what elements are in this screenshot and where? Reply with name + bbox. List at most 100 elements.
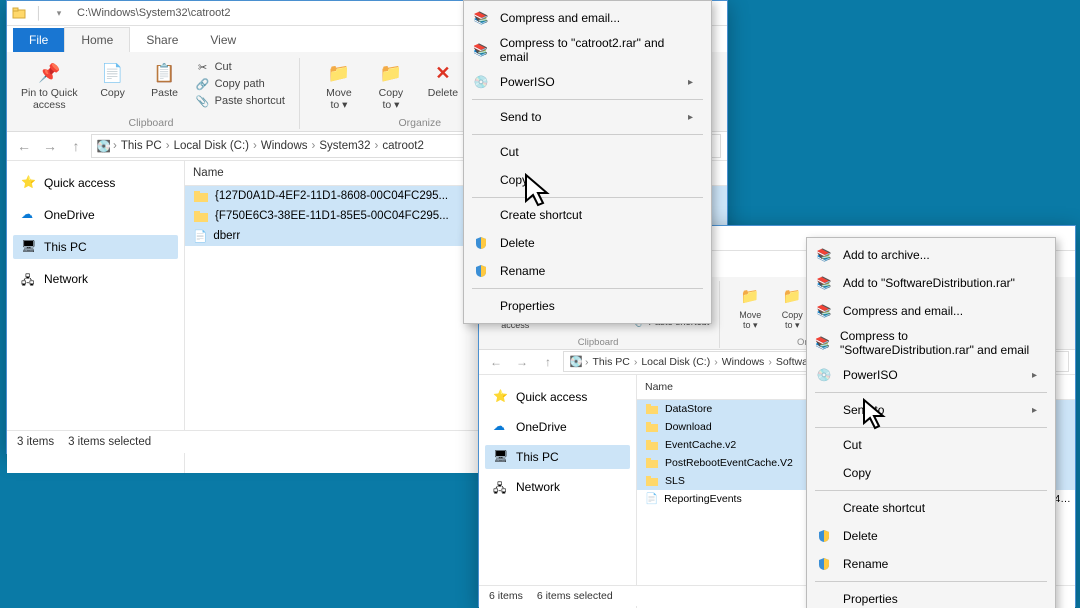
drive-icon: 💽 (96, 138, 112, 154)
network-icon: 🖧 (493, 479, 509, 495)
sidebar-item-thispc[interactable]: 🖥This PC (13, 235, 178, 259)
ctx-copy[interactable]: Copy (807, 459, 1055, 487)
tab-view[interactable]: View (194, 28, 252, 52)
copyto-button[interactable]: 📁Copy to ▾ (774, 281, 810, 333)
ctx-compress-rar[interactable]: 📚Compress to "SoftwareDistribution.rar" … (807, 325, 1055, 361)
copypath-button[interactable]: 🔗Copy path (196, 77, 285, 91)
file-icon: 📄 (193, 229, 207, 243)
chevron-right-icon: ▸ (688, 112, 693, 123)
shield-icon (815, 527, 833, 545)
ctx-createshortcut[interactable]: Create shortcut (464, 201, 711, 229)
file-icon: 📄 (645, 492, 658, 505)
nav-pane: ⭐Quick access ☁OneDrive 🖥This PC 🖧Networ… (479, 375, 637, 608)
ctx-cut[interactable]: Cut (464, 138, 711, 166)
copyto-icon: 📁 (378, 60, 404, 86)
copy-button[interactable]: 📄Copy (92, 58, 134, 102)
ctx-delete[interactable]: Delete (464, 229, 711, 257)
folder-icon (645, 456, 659, 470)
tab-home[interactable]: Home (64, 27, 130, 52)
cut-button[interactable]: ✂Cut (196, 60, 285, 74)
ctx-compress-rar[interactable]: 📚Compress to "catroot2.rar" and email (464, 32, 711, 68)
ctx-compress[interactable]: 📚Compress and email... (464, 4, 711, 32)
moveto-icon: 📁 (326, 60, 352, 86)
cloud-icon: ☁ (493, 419, 509, 435)
delete-button[interactable]: ✕Delete (422, 58, 464, 102)
chevron-right-icon: ▸ (688, 77, 693, 88)
star-icon: ⭐ (493, 389, 509, 405)
organize-label: Organize (398, 117, 441, 129)
ctx-properties[interactable]: Properties (807, 585, 1055, 608)
ctx-poweriso[interactable]: 💿PowerISO▸ (464, 68, 711, 96)
ctx-properties[interactable]: Properties (464, 292, 711, 320)
sidebar-item-quickaccess[interactable]: ⭐Quick access (13, 171, 178, 195)
nav-fwd-icon[interactable]: → (39, 135, 61, 157)
ctx-add-rar[interactable]: 📚Add to "SoftwareDistribution.rar" (807, 269, 1055, 297)
ctx-sendto[interactable]: Send to▸ (807, 396, 1055, 424)
chevron-right-icon: ▸ (1032, 405, 1037, 416)
scissors-icon: ✂ (196, 60, 210, 74)
winrar-icon: 📚 (815, 246, 833, 264)
nav-fwd-icon[interactable]: → (511, 351, 533, 373)
nav-pane: ⭐Quick access ☁OneDrive 🖥This PC 🖧Networ… (7, 161, 185, 473)
winrar-icon: 📚 (472, 9, 490, 27)
ctx-compress[interactable]: 📚Compress and email... (807, 297, 1055, 325)
copy-icon: 📄 (100, 60, 126, 86)
clipboard-label: Clipboard (128, 117, 173, 129)
network-icon: 🖧 (21, 271, 37, 287)
drive-icon: 💽 (568, 354, 584, 370)
sidebar-item-network[interactable]: 🖧Network (485, 475, 630, 499)
paste-icon: 📋 (152, 60, 178, 86)
ctx-rename[interactable]: Rename (807, 550, 1055, 578)
moveto-icon: 📁 (737, 283, 763, 309)
ctx-rename[interactable]: Rename (464, 257, 711, 285)
paste-button[interactable]: 📋Paste (144, 58, 186, 102)
ctx-createshortcut[interactable]: Create shortcut (807, 494, 1055, 522)
moveto-button[interactable]: 📁Move to ▾ (732, 281, 768, 333)
sidebar-item-thispc[interactable]: 🖥This PC (485, 445, 630, 469)
sidebar-item-onedrive[interactable]: ☁OneDrive (485, 415, 630, 439)
clipboard-label: Clipboard (578, 337, 619, 348)
folder-icon (193, 208, 209, 224)
pasteshortcut-button[interactable]: 📎Paste shortcut (196, 94, 285, 108)
status-items: 6 items (489, 590, 523, 602)
sidebar-item-onedrive[interactable]: ☁OneDrive (13, 203, 178, 227)
star-icon: ⭐ (21, 175, 37, 191)
folder-icon (645, 474, 659, 488)
nav-up-icon[interactable]: ↑ (65, 135, 87, 157)
cloud-icon: ☁ (21, 207, 37, 223)
tab-file[interactable]: File (13, 28, 64, 52)
shield-icon (472, 262, 490, 280)
winrar-icon: 📚 (472, 41, 490, 59)
winrar-icon: 📚 (815, 334, 830, 352)
pin-button[interactable]: 📌Pin to Quick access (17, 58, 82, 113)
folder-icon (645, 402, 659, 416)
sidebar-item-quickaccess[interactable]: ⭐Quick access (485, 385, 630, 409)
ctx-poweriso[interactable]: 💿PowerISO▸ (807, 361, 1055, 389)
pasteshortcut-icon: 📎 (196, 94, 210, 108)
nav-back-icon[interactable]: ← (13, 135, 35, 157)
delete-x-icon: ✕ (430, 60, 456, 86)
winrar-icon: 📚 (815, 302, 833, 320)
nav-up-icon[interactable]: ↑ (537, 351, 559, 373)
tab-share[interactable]: Share (130, 28, 194, 52)
copyto-button[interactable]: 📁Copy to ▾ (370, 58, 412, 113)
shield-icon (815, 555, 833, 573)
moveto-button[interactable]: 📁Move to ▾ (318, 58, 360, 113)
folder-icon (193, 188, 209, 204)
ctx-cut[interactable]: Cut (807, 431, 1055, 459)
qa-dropdown-icon[interactable]: ▾ (51, 5, 67, 21)
winrar-icon: 📚 (815, 274, 833, 292)
folder-icon (645, 438, 659, 452)
monitor-icon: 🖥 (21, 239, 37, 255)
ctx-sendto[interactable]: Send to▸ (464, 103, 711, 131)
nav-back-icon[interactable]: ← (485, 351, 507, 373)
copypath-icon: 🔗 (196, 77, 210, 91)
ctx-add-archive[interactable]: 📚Add to archive... (807, 241, 1055, 269)
status-items: 3 items (17, 436, 54, 448)
ctx-delete[interactable]: Delete (807, 522, 1055, 550)
folder-icon (11, 5, 27, 21)
sidebar-item-network[interactable]: 🖧Network (13, 267, 178, 291)
shield-icon (472, 234, 490, 252)
ctx-copy[interactable]: Copy (464, 166, 711, 194)
context-menu-2: 📚Add to archive... 📚Add to "SoftwareDist… (806, 237, 1056, 608)
